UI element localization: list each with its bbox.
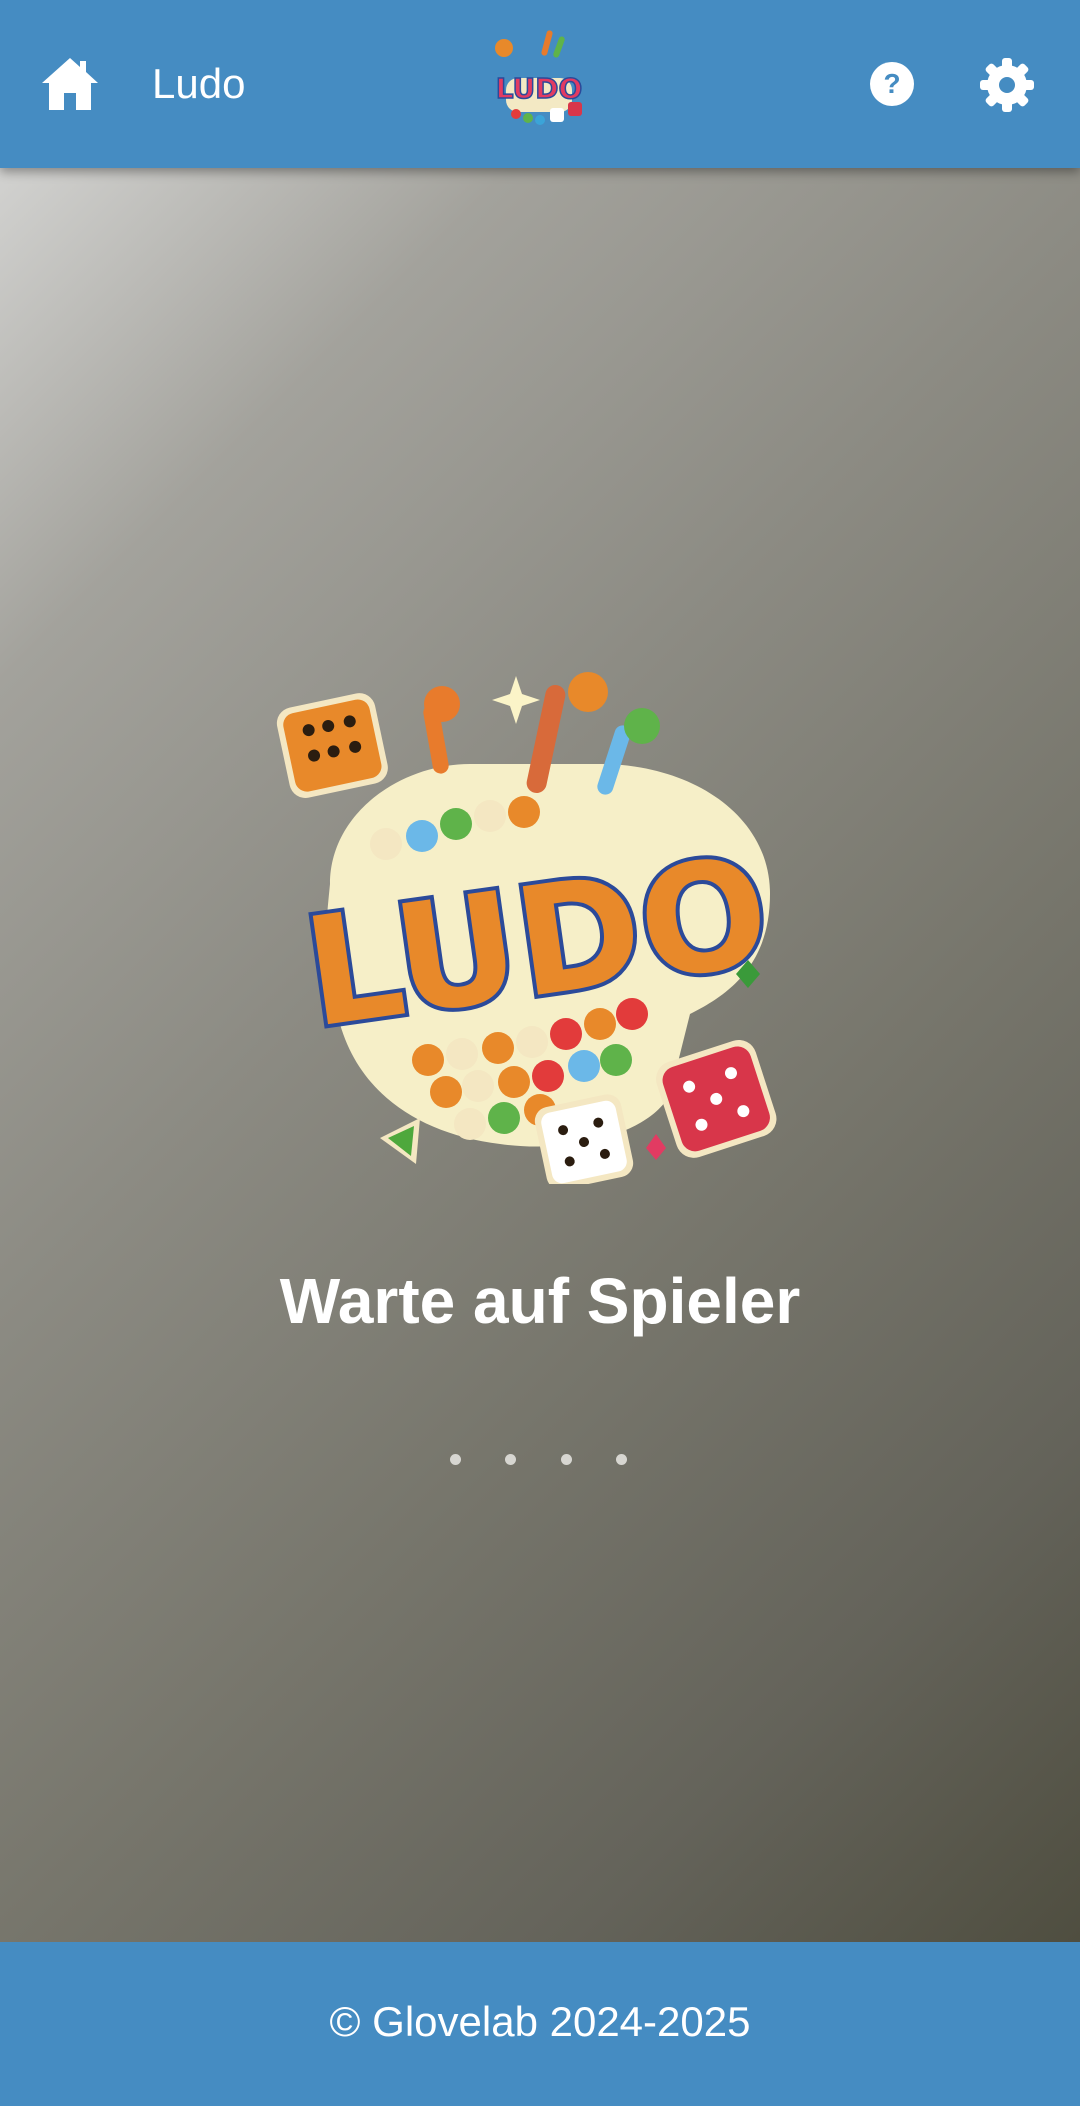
copyright-text: © Glovelab 2024-2025 [329,1998,751,2045]
app-screen: Ludo LUDO ? LUDO Warte auf Spieler © Glo… [0,0,1080,2106]
loading-dot [505,1454,516,1465]
small-logo-text: LUDO [496,72,583,105]
footer-bar: © Glovelab 2024-2025 [0,1942,1080,2106]
help-button[interactable]: ? [868,60,916,108]
waiting-screen: LUDO Warte auf Spieler [0,168,1080,1942]
help-icon: ? [870,62,914,106]
gear-icon [980,58,1034,112]
app-title: Ludo [152,60,246,107]
loading-dot [450,1454,461,1465]
settings-button[interactable] [978,56,1036,114]
ludo-logo-small: LUDO [486,26,592,132]
loading-dot [561,1454,572,1465]
home-button[interactable] [38,52,102,116]
loading-indicator [450,1454,630,1470]
svg-text:?: ? [883,68,900,99]
waiting-status-text: Warte auf Spieler [279,1265,801,1337]
top-app-bar: Ludo LUDO ? [0,0,1080,168]
loading-dot [616,1454,627,1465]
ludo-logo: LUDO [270,664,790,1190]
home-icon [42,58,98,110]
